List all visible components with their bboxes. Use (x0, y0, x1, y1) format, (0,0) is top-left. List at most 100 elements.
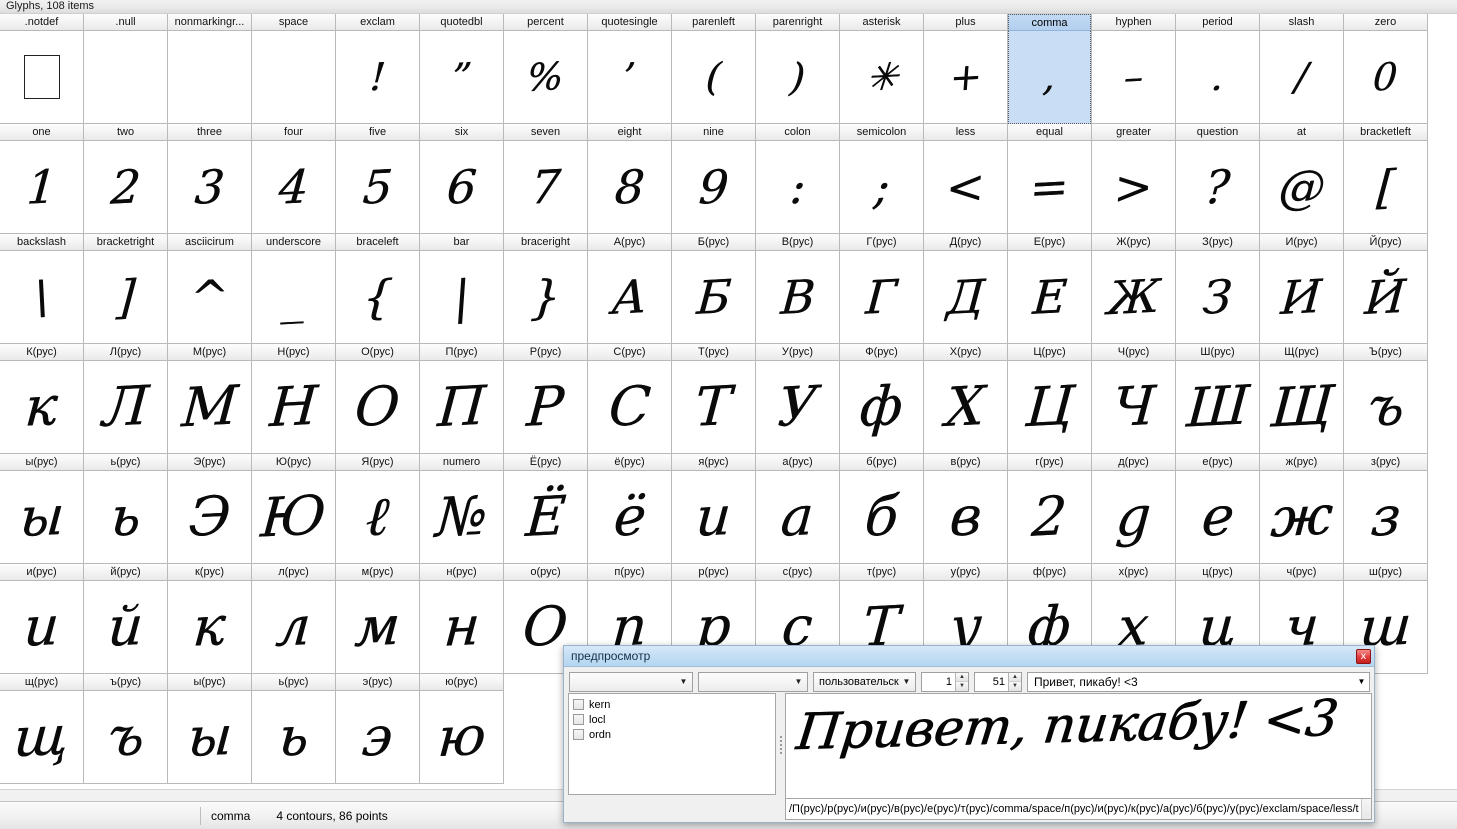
glyph-cell-ю(рус)[interactable]: ю(рус) ю (420, 674, 504, 784)
preview-dialog[interactable]: предпросмотр x ▼ ▼ пользовательск ▼ 1 ▲ … (563, 645, 1375, 823)
glyph-cell-A(рус)[interactable]: A(рус) А (588, 234, 672, 344)
rendered-text-area[interactable]: Привет, пикабу! <3 (785, 693, 1372, 798)
glyph-cell-б(рус)[interactable]: б(рус) б (840, 454, 924, 564)
glyph-cell-nonmarkingr...[interactable]: nonmarkingr... (168, 14, 252, 124)
glyph-cell-.notdef[interactable]: .notdef (0, 14, 84, 124)
glyph-cell-У(рус)[interactable]: У(рус) У (756, 344, 840, 454)
glyph-cell-О(рус)[interactable]: О(рус) О (336, 344, 420, 454)
glyph-cell-Й(рус)[interactable]: Й(рус) Й (1344, 234, 1428, 344)
glyph-cell-nine[interactable]: nine 9 (672, 124, 756, 234)
glyph-cell-at[interactable]: at @ (1260, 124, 1344, 234)
glyph-cell-plus[interactable]: plus + (924, 14, 1008, 124)
feature-row-ordn[interactable]: ordn (573, 727, 775, 742)
glyph-cell-.null[interactable]: .null (84, 14, 168, 124)
glyph-cell-л(рус)[interactable]: л(рус) л (252, 564, 336, 674)
glyph-cell-numero[interactable]: numero № (420, 454, 504, 564)
glyph-cell-а(рус)[interactable]: а(рус) а (756, 454, 840, 564)
glyph-cell-comma[interactable]: comma, (1008, 14, 1092, 124)
glyph-cell-И(рус)[interactable]: И(рус) И (1260, 234, 1344, 344)
glyph-cell-В(рус)[interactable]: В(рус) В (756, 234, 840, 344)
feature-row-locl[interactable]: locl (573, 712, 775, 727)
glyph-cell-backslash[interactable]: backslash \ (0, 234, 84, 344)
quantity-stepper-1[interactable]: 1 ▲ ▼ (921, 671, 969, 692)
feature-row-kern[interactable]: kern (573, 697, 775, 712)
glyph-cell-less[interactable]: less < (924, 124, 1008, 234)
glyph-cell-Ю(рус)[interactable]: Ю(рус) Ю (252, 454, 336, 564)
stepper-2-buttons[interactable]: ▲ ▼ (1008, 672, 1021, 691)
stepper-up-icon[interactable]: ▲ (955, 672, 968, 682)
glyph-cell-Ч(рус)[interactable]: Ч(рус) Ч (1092, 344, 1176, 454)
glyph-cell-asterisk[interactable]: asterisk ✳ (840, 14, 924, 124)
glyph-cell-Е(рус)[interactable]: Е(рус) Е (1008, 234, 1092, 344)
glyph-cell-з(рус)[interactable]: з(рус) з (1344, 454, 1428, 564)
checkbox-kern[interactable] (573, 699, 584, 710)
glyph-cell-semicolon[interactable]: semicolon; (840, 124, 924, 234)
glyph-cell-six[interactable]: six 6 (420, 124, 504, 234)
sample-text-input[interactable]: Привет, пикабу! <3 ▼ (1027, 671, 1370, 692)
glyph-cell-parenleft[interactable]: parenleft ( (672, 14, 756, 124)
glyph-cell-м(рус)[interactable]: м(рус) м (336, 564, 420, 674)
glyph-cell-seven[interactable]: seven 7 (504, 124, 588, 234)
glyph-cell-е(рус)[interactable]: е(рус) e (1176, 454, 1260, 564)
glyph-cell-Щ(рус)[interactable]: Щ(рус) Щ (1260, 344, 1344, 454)
glyph-cell-space[interactable]: space (252, 14, 336, 124)
glyph-cell-М(рус)[interactable]: М(рус) М (168, 344, 252, 454)
glyph-cell-С(рус)[interactable]: С(рус) С (588, 344, 672, 454)
glyph-cell-Ъ(рус)[interactable]: Ъ(рус) ъ (1344, 344, 1428, 454)
glyph-cell-г(рус)[interactable]: г(рус) 2 (1008, 454, 1092, 564)
quantity-stepper-2[interactable]: 51 ▲ ▼ (974, 671, 1022, 692)
glyph-cell-parenright[interactable]: parenright) (756, 14, 840, 124)
glyph-cell-в(рус)[interactable]: в(рус) в (924, 454, 1008, 564)
glyph-cell-д(рус)[interactable]: д(рус) g (1092, 454, 1176, 564)
glyph-cell-ь(рус)[interactable]: ь(рус) ь (252, 674, 336, 784)
glyph-cell-Т(рус)[interactable]: Т(рус) Т (672, 344, 756, 454)
language-select[interactable]: ▼ (698, 671, 808, 692)
glyph-cell-percent[interactable]: percent% (504, 14, 588, 124)
glyph-cell-quotedbl[interactable]: quotedbl ” (420, 14, 504, 124)
feature-list[interactable]: kern locl ordn (568, 693, 776, 795)
glyph-cell-Г(рус)[interactable]: Г(рус) Г (840, 234, 924, 344)
stepper-down-icon[interactable]: ▼ (1008, 682, 1021, 691)
glyph-cell-exclam[interactable]: exclam! (336, 14, 420, 124)
glyph-cell-Д(рус)[interactable]: Д(рус) Д (924, 234, 1008, 344)
glyph-cell-eight[interactable]: eight 8 (588, 124, 672, 234)
glyph-cell-й(рус)[interactable]: й(рус) й (84, 564, 168, 674)
glyph-cell-hyphen[interactable]: hyphen – (1092, 14, 1176, 124)
glyph-cell-ы(рус)[interactable]: ы(рус) ы (168, 674, 252, 784)
glyph-cell-н(рус)[interactable]: н(рус) н (420, 564, 504, 674)
glyph-cell-и(рус)[interactable]: и(рус) и (0, 564, 84, 674)
glyph-cell-quotesingle[interactable]: quotesingle ’ (588, 14, 672, 124)
glyph-cell-slash[interactable]: slash / (1260, 14, 1344, 124)
glyph-name-string-field[interactable]: /П(рус)/р(рус)/и(рус)/в(рус)/е(рус)/т(ру… (785, 798, 1372, 820)
glyph-cell-К(рус)[interactable]: К(рус) к (0, 344, 84, 454)
glyph-cell-Х(рус)[interactable]: Х(рус) Х (924, 344, 1008, 454)
glyph-cell-braceright[interactable]: braceright} (504, 234, 588, 344)
splitter-handle[interactable] (776, 693, 785, 797)
glyph-cell-braceleft[interactable]: braceleft { (336, 234, 420, 344)
glyph-cell-underscore[interactable]: underscore _ (252, 234, 336, 344)
script-select[interactable]: ▼ (569, 671, 693, 692)
glyph-cell-period[interactable]: period. (1176, 14, 1260, 124)
glyph-string-scrollbar[interactable] (1361, 799, 1371, 819)
glyph-cell-Ё(рус)[interactable]: Ё(рус) Ё (504, 454, 588, 564)
glyph-cell-ё(рус)[interactable]: ё(рус) ё (588, 454, 672, 564)
glyph-cell-э(рус)[interactable]: э(рус) э (336, 674, 420, 784)
glyph-cell-four[interactable]: four 4 (252, 124, 336, 234)
glyph-cell-bar[interactable]: bar | (420, 234, 504, 344)
glyph-cell-greater[interactable]: greater > (1092, 124, 1176, 234)
dialog-titlebar[interactable]: предпросмотр x (564, 646, 1374, 667)
glyph-cell-Я(рус)[interactable]: Я(рус) ℓ (336, 454, 420, 564)
stepper-down-icon[interactable]: ▼ (955, 682, 968, 691)
glyph-cell-Ц(рус)[interactable]: Ц(рус) Ц (1008, 344, 1092, 454)
close-icon[interactable]: x (1356, 648, 1371, 664)
glyph-cell-Ж(рус)[interactable]: Ж(рус) Ж (1092, 234, 1176, 344)
glyph-cell-two[interactable]: two 2 (84, 124, 168, 234)
glyph-cell-Ф(рус)[interactable]: Ф(рус) ф (840, 344, 924, 454)
stepper-1-buttons[interactable]: ▲ ▼ (955, 672, 968, 691)
glyph-cell-Ш(рус)[interactable]: Ш(рус) Ш (1176, 344, 1260, 454)
glyph-cell-Л(рус)[interactable]: Л(рус) Л (84, 344, 168, 454)
glyph-cell-one[interactable]: one 1 (0, 124, 84, 234)
glyph-cell-bracketright[interactable]: bracketright] (84, 234, 168, 344)
glyph-cell-Э(рус)[interactable]: Э(рус) Э (168, 454, 252, 564)
glyph-cell-Р(рус)[interactable]: Р(рус) Р (504, 344, 588, 454)
